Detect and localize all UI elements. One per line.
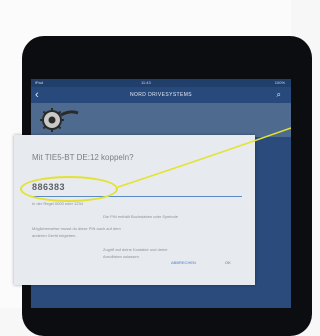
cancel-button[interactable]: ABBRECHEN xyxy=(171,260,196,265)
hint-default-pin: In der Regel 0000 oder 1234 xyxy=(32,201,83,206)
hint-other-device-1: Möglicherweise musst du diese PIN auch a… xyxy=(32,226,121,231)
hint-other-device-2: anderen Gerät eingeben. xyxy=(32,233,77,238)
highlight-arrow xyxy=(117,127,291,188)
checkbox-letters[interactable]: Die PIN enthält Buchstaben oder Symbole xyxy=(103,214,178,219)
checkbox-contacts-line-2[interactable]: Anruflisten zulassen xyxy=(103,254,139,259)
checkbox-contacts-line-1[interactable]: Zugriff auf deine Kontakte und deine xyxy=(103,247,167,252)
ok-button[interactable]: OK xyxy=(225,260,231,265)
